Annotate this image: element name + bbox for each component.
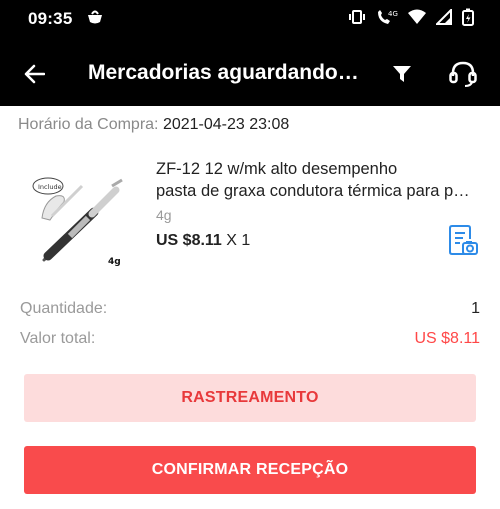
wifi-icon [408,9,426,30]
quantity-label: Quantidade: [20,300,108,317]
signal-icon [434,7,452,30]
arrow-left-icon [24,64,45,84]
status-time: 09:35 [28,9,73,28]
headset-icon [449,61,477,87]
purchase-time: Horário da Compra: 2021-04-23 23:08 [18,116,289,134]
total-value: US $8.11 [414,330,480,347]
filter-icon [393,66,411,82]
notification-app-icon [86,9,104,30]
support-button[interactable] [446,57,480,91]
volte-call-icon: 4G [376,8,398,31]
total-label: Valor total: [20,330,96,347]
total-row: Valor total: US $8.11 [20,330,480,348]
order-content: Horário da Compra: 2021-04-23 23:08 Incl… [0,106,500,509]
snapshot-button[interactable] [446,224,480,258]
product-price-row: US $8.11 X 1 [156,232,250,250]
product-price: US $8.11 [156,232,222,249]
purchase-time-value: 2021-04-23 23:08 [162,116,290,133]
vibrate-icon [348,9,366,30]
document-camera-icon [449,225,478,255]
status-bar: 09:35 4G [0,0,500,40]
product-title-line1: ZF-12 12 w/mk alto desempenho [156,160,398,178]
purchase-time-label: Horário da Compra: [18,116,159,133]
quantity-row: Quantidade: 1 [20,300,480,318]
product-variant: 4g [156,207,172,223]
quantity-value: 1 [471,300,480,317]
app-bar: Mercadorias aguardando… [0,40,500,106]
back-button[interactable] [18,58,50,90]
page-title: Mercadorias aguardando… [88,61,359,84]
network-label: 4G [388,10,398,18]
thumb-weight-label: 4g [108,257,121,267]
confirm-receipt-button[interactable]: CONFIRMAR RECEPÇÃO [24,446,476,494]
status-icons: 4G [348,7,474,31]
include-badge: Include [38,183,62,191]
filter-button[interactable] [388,60,416,88]
track-button[interactable]: RASTREAMENTO [24,374,476,422]
product-image[interactable]: Include 4g [22,160,140,278]
product-title-line2: pasta de graxa condutora térmica para p… [156,182,470,200]
product-quantity: X 1 [226,232,251,249]
battery-icon [462,8,474,31]
product-title[interactable]: ZF-12 12 w/mk alto desempenho pasta de g… [156,158,486,202]
